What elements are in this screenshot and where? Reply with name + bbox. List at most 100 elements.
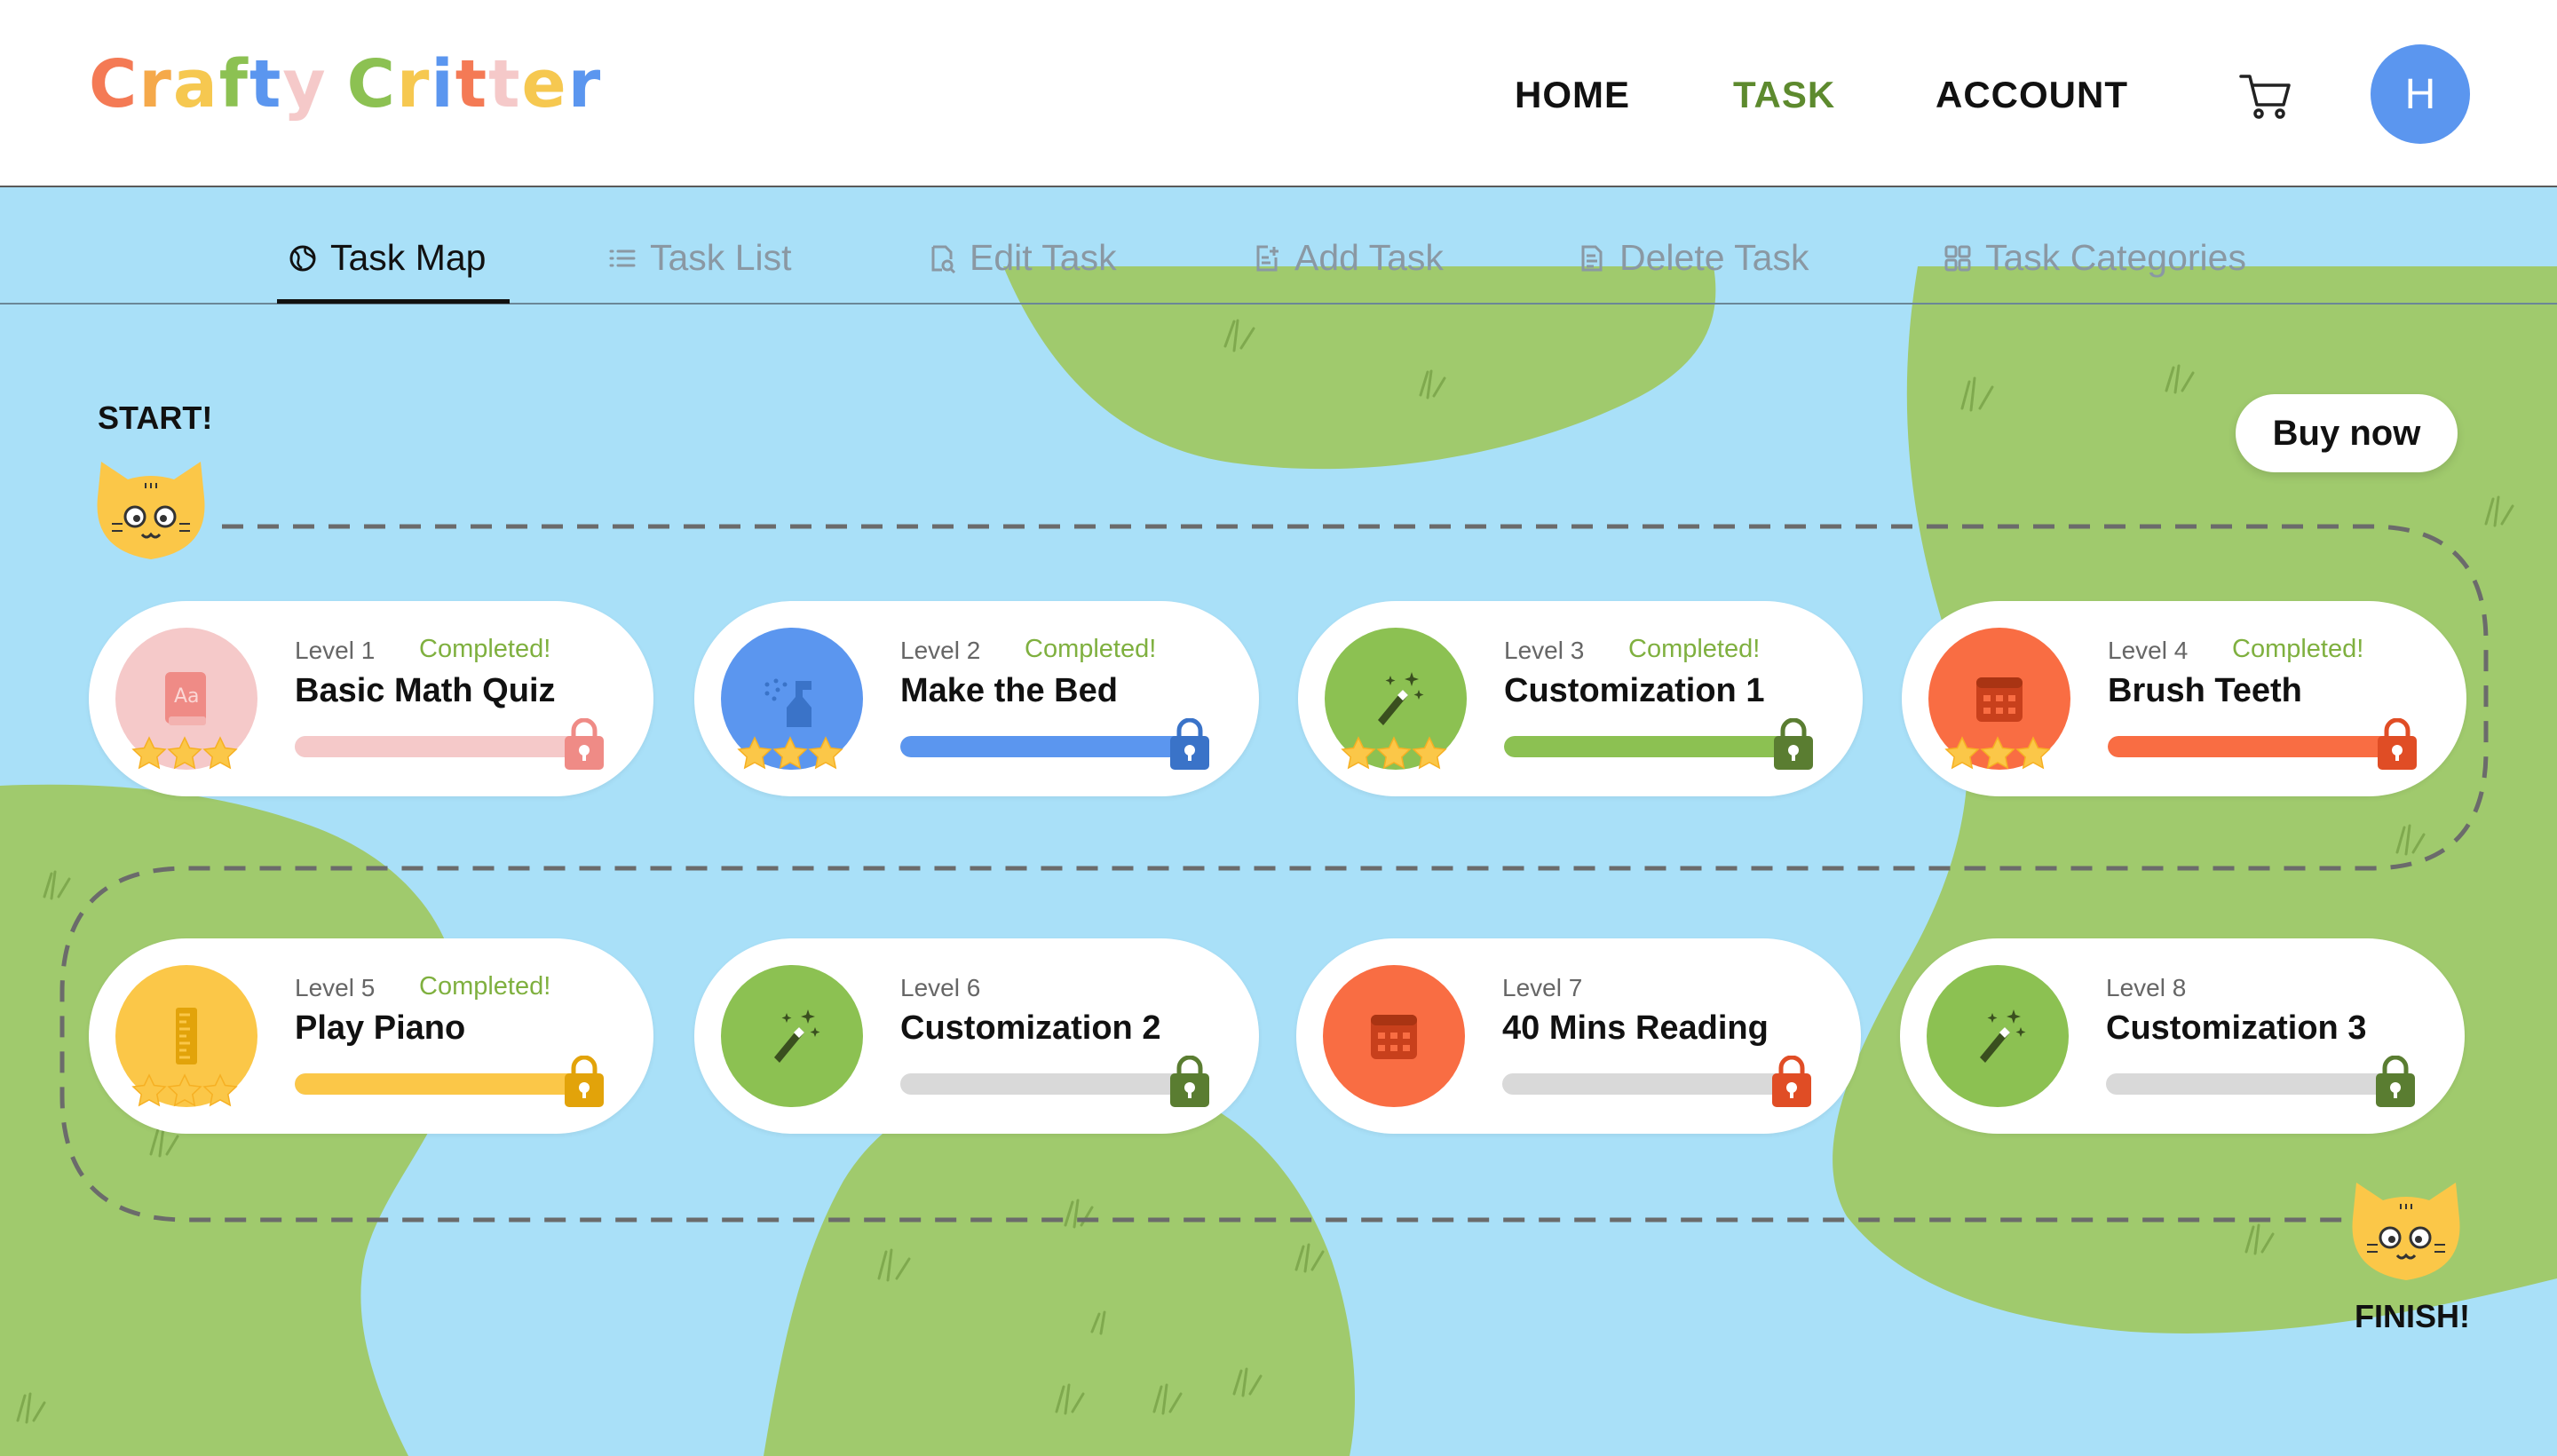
logo-letter: r xyxy=(396,46,431,123)
cat-mascot-start xyxy=(97,462,205,559)
task-title: Make the Bed xyxy=(900,672,1118,709)
finish-label: FINISH! xyxy=(2355,1298,2470,1334)
lock-icon xyxy=(1772,1056,1811,1107)
ruler-icon xyxy=(176,1008,197,1064)
task-progress-bar xyxy=(2106,1073,2390,1095)
tab-label: Task Categories xyxy=(1985,237,2246,278)
tab-edit-task[interactable]: Edit Task xyxy=(927,237,1117,279)
add-document-icon xyxy=(1256,245,1278,271)
star-icon xyxy=(202,1073,238,1107)
tab-task-list[interactable]: Task List xyxy=(607,237,792,279)
nav-account[interactable]: ACCOUNT xyxy=(1936,74,2128,116)
calendar-icon xyxy=(1976,677,2023,722)
task-title: Play Piano xyxy=(295,1009,466,1047)
task-status: Completed! xyxy=(2232,635,2364,663)
star-icon xyxy=(2015,736,2051,770)
lock-icon xyxy=(1774,718,1813,770)
logo-letter: r xyxy=(567,46,603,123)
star-rating xyxy=(1943,734,2051,773)
tab-label: Add Task xyxy=(1294,237,1444,278)
task-status: Completed! xyxy=(419,972,551,1001)
nav-home[interactable]: HOME xyxy=(1515,74,1630,116)
task-title: Customization 1 xyxy=(1504,672,1765,709)
task-icon-badge xyxy=(721,965,863,1107)
task-title: Basic Math Quiz xyxy=(295,672,556,709)
task-level: Level 2 xyxy=(900,637,981,664)
grid-icon xyxy=(1944,245,1971,271)
task-card-level-5[interactable]: Level 5 Completed! Play Piano xyxy=(89,938,653,1134)
tab-delete-task[interactable]: Delete Task xyxy=(1577,237,1809,279)
task-progress-bar xyxy=(2108,736,2392,757)
task-title: Customization 2 xyxy=(900,1009,1161,1047)
star-rating xyxy=(130,734,238,773)
logo-letter: a xyxy=(172,46,219,123)
star-icon xyxy=(1376,736,1412,770)
task-progress-bar xyxy=(900,1073,1184,1095)
star-rating xyxy=(735,734,843,773)
logo-letter: t xyxy=(488,46,522,123)
user-avatar[interactable]: H xyxy=(2371,44,2470,144)
task-title: Brush Teeth xyxy=(2108,672,2302,709)
task-status: Completed! xyxy=(1628,635,1761,663)
lock-icon xyxy=(565,1056,604,1107)
top-header: Crafty Critter HOME TASK ACCOUNT H xyxy=(0,0,2557,187)
logo-letter: t xyxy=(455,46,489,123)
task-card-level-8[interactable]: Level 8 Customization 3 xyxy=(1900,938,2465,1134)
star-icon xyxy=(1980,736,2015,770)
star-icon xyxy=(131,1073,167,1107)
star-icon xyxy=(737,736,772,770)
lock-icon xyxy=(1170,718,1209,770)
star-icon xyxy=(202,736,238,770)
app-logo[interactable]: Crafty Critter xyxy=(89,51,602,117)
globe-icon xyxy=(289,245,316,271)
buy-now-button[interactable]: Buy now xyxy=(2236,394,2458,472)
tab-label: Delete Task xyxy=(1619,237,1809,278)
star-rating xyxy=(1339,734,1447,773)
start-label: START! xyxy=(98,400,213,436)
active-tab-indicator xyxy=(277,299,510,304)
nav-task[interactable]: TASK xyxy=(1733,74,1835,116)
lock-icon xyxy=(565,718,604,770)
task-card-level-3[interactable]: Level 3 Completed! Customization 1 xyxy=(1298,601,1863,796)
task-level: Level 4 xyxy=(2108,637,2189,664)
logo-letter: i xyxy=(431,46,455,123)
tab-add-task[interactable]: Add Task xyxy=(1252,237,1444,279)
logo-letter: r xyxy=(139,46,173,123)
list-icon xyxy=(609,249,636,266)
task-level: Level 7 xyxy=(1502,974,1583,1001)
lock-icon xyxy=(1170,1056,1209,1107)
task-level: Level 8 xyxy=(2106,974,2187,1001)
star-icon xyxy=(1412,736,1447,770)
task-level: Level 5 xyxy=(295,974,376,1001)
cart-icon[interactable] xyxy=(2237,67,2294,124)
task-card-level-7[interactable]: Level 7 40 Mins Reading xyxy=(1296,938,1861,1134)
tab-task-map[interactable]: Task Map xyxy=(288,237,486,279)
task-icon-badge xyxy=(1323,965,1465,1107)
task-title: 40 Mins Reading xyxy=(1502,1009,1769,1047)
edit-document-icon xyxy=(931,245,956,273)
task-progress-bar xyxy=(900,736,1184,757)
magic-wand-icon xyxy=(1980,1009,2026,1063)
star-icon xyxy=(167,1073,202,1107)
star-icon xyxy=(772,736,808,770)
task-card-level-1[interactable]: Aa Level 1 Completed! Basic Math Quiz xyxy=(89,601,653,796)
star-icon xyxy=(1944,736,1980,770)
magic-wand-icon xyxy=(1378,672,1424,725)
task-progress-bar xyxy=(295,1073,579,1095)
task-level: Level 6 xyxy=(900,974,981,1001)
task-card-level-2[interactable]: Level 2 Completed! Make the Bed xyxy=(694,601,1259,796)
task-title: Customization 3 xyxy=(2106,1009,2367,1047)
task-card-level-6[interactable]: Level 6 Customization 2 xyxy=(694,938,1259,1134)
task-card-level-4[interactable]: Level 4 Completed! Brush Teeth xyxy=(1902,601,2466,796)
star-icon xyxy=(167,736,202,770)
tab-task-categories[interactable]: Task Categories xyxy=(1943,237,2246,279)
delete-document-icon xyxy=(1581,245,1603,271)
task-status: Completed! xyxy=(1025,635,1157,663)
logo-letter: y xyxy=(282,46,328,123)
star-rating xyxy=(130,1072,238,1111)
task-progress-fill xyxy=(1504,736,1788,757)
tab-label: Task Map xyxy=(330,237,487,278)
task-level: Level 1 xyxy=(295,637,376,664)
magic-wand-icon xyxy=(774,1009,820,1063)
task-icon-badge xyxy=(1927,965,2069,1107)
